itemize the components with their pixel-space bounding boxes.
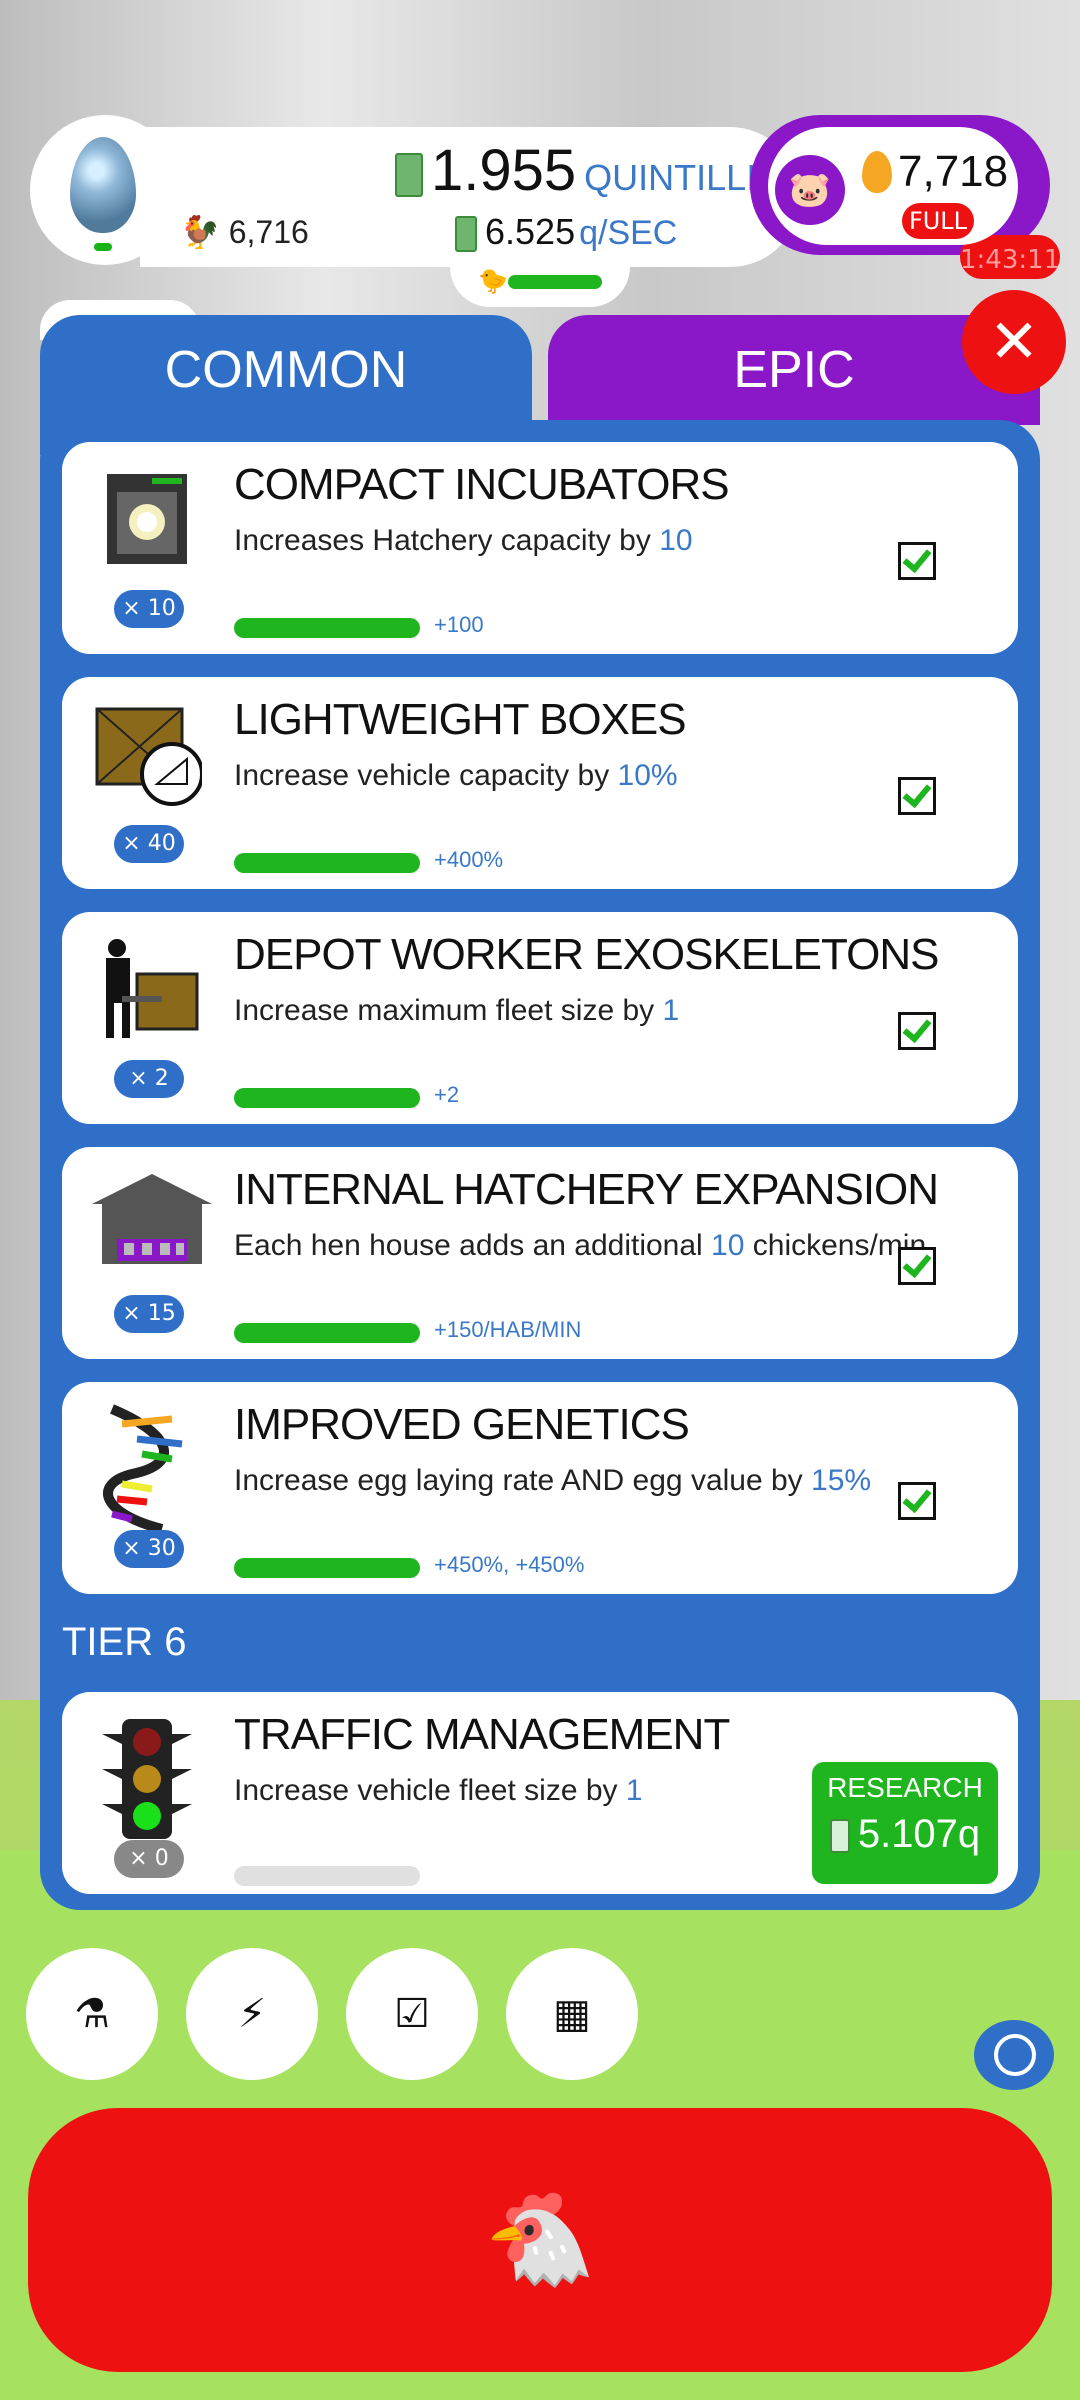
chicken-count-value: 6,716 [228, 214, 309, 250]
research-description: Increases Hatchery capacity by 10 [234, 524, 693, 558]
description-value: 1 [625, 1774, 643, 1807]
research-lab-button[interactable]: ⚗ [26, 1948, 158, 2080]
research-description: Increase egg laying rate AND egg value b… [234, 1464, 871, 1498]
completed-checkbox-icon [898, 1482, 936, 1520]
assistant-button[interactable] [974, 2020, 1054, 2090]
rate-unit: q/SEC [579, 214, 678, 252]
research-title: INTERNAL HATCHERY EXPANSION [234, 1165, 939, 1214]
research-progress-bar [234, 1558, 420, 1578]
research-card-depot-worker-exoskeletons: × 2 DEPOT WORKER EXOSKELETONS Increase max… [62, 912, 1018, 1124]
research-bonus: +450%, +450% [434, 1552, 585, 1577]
research-count: × 2 [114, 1060, 184, 1098]
dna-icon [92, 1404, 202, 1534]
chicken-icon: 🐓 [180, 214, 220, 250]
worker-icon [92, 934, 202, 1044]
description-value: 15% [811, 1464, 872, 1497]
research-bonus: +150/HAB/MIN [434, 1317, 582, 1342]
research-price: 5.107q [812, 1812, 998, 1857]
research-card-internal-hatchery-expansion: × 15 INTERNAL HATCHERY EXPANSION Each hen … [62, 1147, 1018, 1359]
description-text: Increase maximum fleet size by [234, 994, 663, 1027]
money-value: 1.955 [431, 138, 577, 203]
close-button[interactable]: ✕ [962, 290, 1066, 394]
research-title: TRAFFIC MANAGEMENT [234, 1710, 730, 1759]
research-progress-bar [234, 853, 420, 873]
golden-egg-icon [862, 151, 892, 193]
tab-common[interactable]: COMMON [40, 315, 532, 455]
research-count: × 40 [114, 825, 184, 863]
research-progress-bar [234, 1323, 420, 1343]
research-bonus: +400% [434, 847, 504, 872]
completed-checkbox-icon [898, 542, 936, 580]
research-description: Increase maximum fleet size by 1 [234, 994, 679, 1028]
research-card-traffic-management: × 0 TRAFFIC MANAGEMENT Increase vehicle … [62, 1692, 1018, 1894]
cash-icon [829, 1819, 850, 1854]
chicken-count: 🐓 6,716 [180, 213, 309, 251]
research-card-lightweight-boxes: × 40 LIGHTWEIGHT BOXES Increase vehicle ca… [62, 677, 1018, 889]
boxes-icon [92, 699, 204, 809]
boost-button[interactable]: ⚡ [186, 1948, 318, 2080]
hatch-chicken-button[interactable]: 🐔 [28, 2108, 1052, 2372]
golden-egg-count: 7,718 [898, 147, 1009, 196]
research-title: IMPROVED GENETICS [234, 1400, 690, 1449]
completed-checkbox-icon [898, 1247, 936, 1285]
cash-icon [395, 152, 423, 197]
research-progress-bar [234, 1088, 420, 1108]
missions-button[interactable]: ☑ [346, 1948, 478, 2080]
research-description: Increase vehicle capacity by 10% [234, 759, 678, 793]
description-text: Each hen house adds an additional [234, 1229, 712, 1262]
incubator-icon [92, 464, 202, 574]
research-price-value: 5.107q [857, 1812, 981, 1856]
research-progress-bar [234, 618, 420, 638]
checklist-icon: ☑ [394, 1991, 430, 2037]
piggy-bank-icon[interactable]: 🐷 [775, 155, 845, 225]
money-rate: 6.525 q/SEC [455, 211, 677, 253]
research-count: × 0 [114, 1840, 184, 1878]
description-value: 10% [617, 759, 678, 792]
research-title: DEPOT WORKER EXOSKELETONS [234, 930, 939, 979]
research-description: Increase vehicle fleet size by 1 [234, 1774, 643, 1808]
traffic-light-icon [92, 1714, 202, 1839]
money-total: 1.955 QUINTILLION [395, 137, 810, 204]
top-status-bar: 🐓 6,716 1.955 QUINTILLION 6.525 q/SEC 🐤 1:… [30, 115, 1060, 307]
research-button[interactable]: RESEARCH 5.107q [812, 1762, 998, 1884]
description-value: 1 [662, 994, 680, 1027]
lightning-icon: ⚡ [237, 1991, 267, 2037]
full-badge: FULL [902, 203, 974, 239]
research-button-label: RESEARCH [827, 1772, 983, 1803]
tier-label: TIER 6 [62, 1620, 187, 1664]
completed-checkbox-icon [898, 1012, 936, 1050]
egg-progress-indicator [94, 243, 112, 251]
rate-value: 6.525 [485, 211, 576, 252]
cash-icon [455, 216, 477, 253]
hatch-progress-bar [508, 275, 602, 289]
flask-icon: ⚗ [74, 1991, 110, 2037]
research-title: COMPACT INCUBATORS [234, 460, 730, 509]
description-value: 10 [711, 1229, 745, 1262]
research-count: × 30 [114, 1530, 184, 1568]
research-progress-bar [234, 1866, 420, 1886]
description-value: 10 [659, 524, 693, 557]
chick-icon: 🐤 [478, 267, 508, 295]
research-card-improved-genetics: × 30 IMPROVED GENETICS Increase egg laying… [62, 1382, 1018, 1594]
description-text: Increase vehicle fleet size by [234, 1774, 626, 1807]
research-card-compact-incubators: × 10 COMPACT INCUBATORS Increases Hatchery… [62, 442, 1018, 654]
research-bonus: +2 [434, 1082, 460, 1107]
egg-icon [70, 137, 136, 233]
close-icon: ✕ [988, 307, 1040, 377]
description-text: Increases Hatchery capacity by [234, 524, 660, 557]
description-text: Increase egg laying rate AND egg value b… [234, 1464, 812, 1497]
menu-button[interactable]: ▦ [506, 1948, 638, 2080]
egg-avatar-button[interactable] [30, 115, 180, 265]
chicken-icon: 🐔 [483, 2187, 597, 2292]
description-text: Increase vehicle capacity by [234, 759, 618, 792]
research-title: LIGHTWEIGHT BOXES [234, 695, 687, 744]
hatchery-icon [92, 1169, 212, 1279]
research-bonus: +100 [434, 612, 484, 637]
research-count: × 10 [114, 590, 184, 628]
hatch-progress-tab: 🐤 [450, 255, 630, 307]
research-count: × 15 [114, 1295, 184, 1333]
research-description: Each hen house adds an additional 10 chi… [234, 1229, 926, 1263]
completed-checkbox-icon [898, 777, 936, 815]
grid-icon: ▦ [553, 1991, 591, 2037]
